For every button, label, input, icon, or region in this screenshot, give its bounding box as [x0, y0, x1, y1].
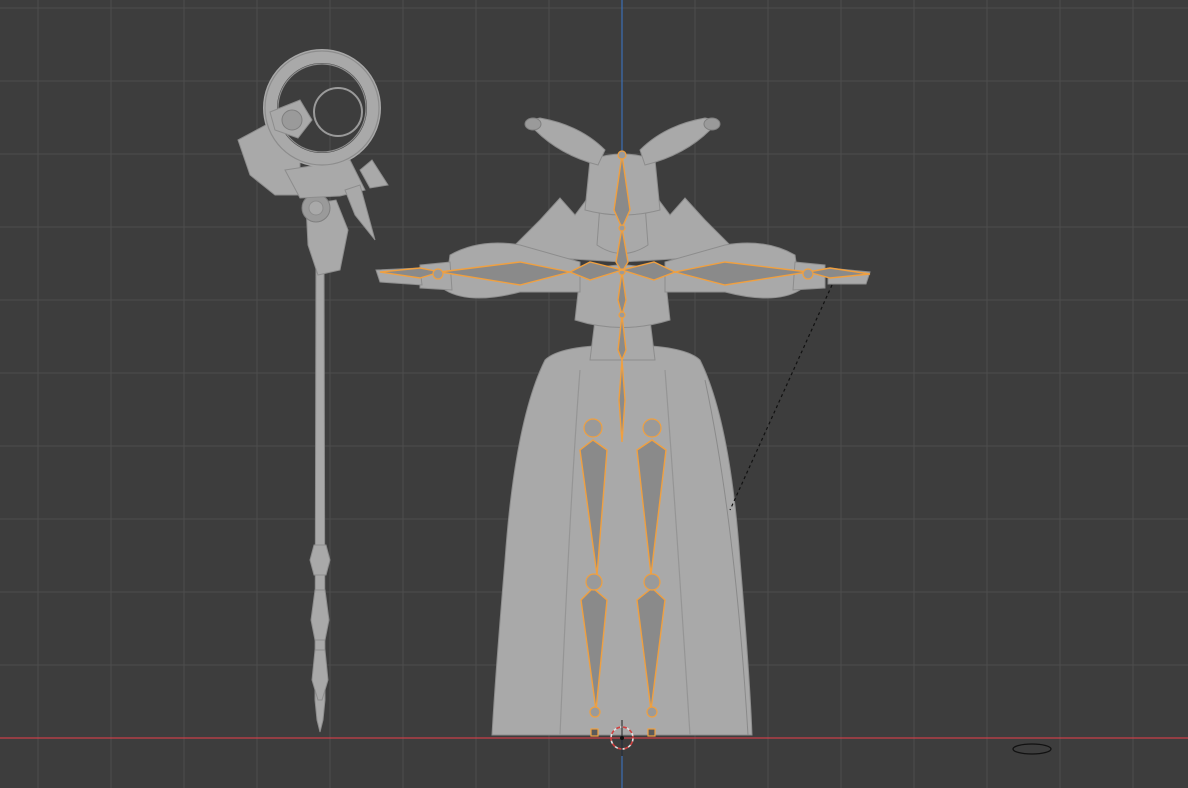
viewport-canvas[interactable]: [0, 0, 1188, 788]
staff-mesh[interactable]: [237, 49, 389, 733]
3d-viewport[interactable]: [0, 0, 1188, 788]
light-object[interactable]: [1012, 743, 1052, 755]
